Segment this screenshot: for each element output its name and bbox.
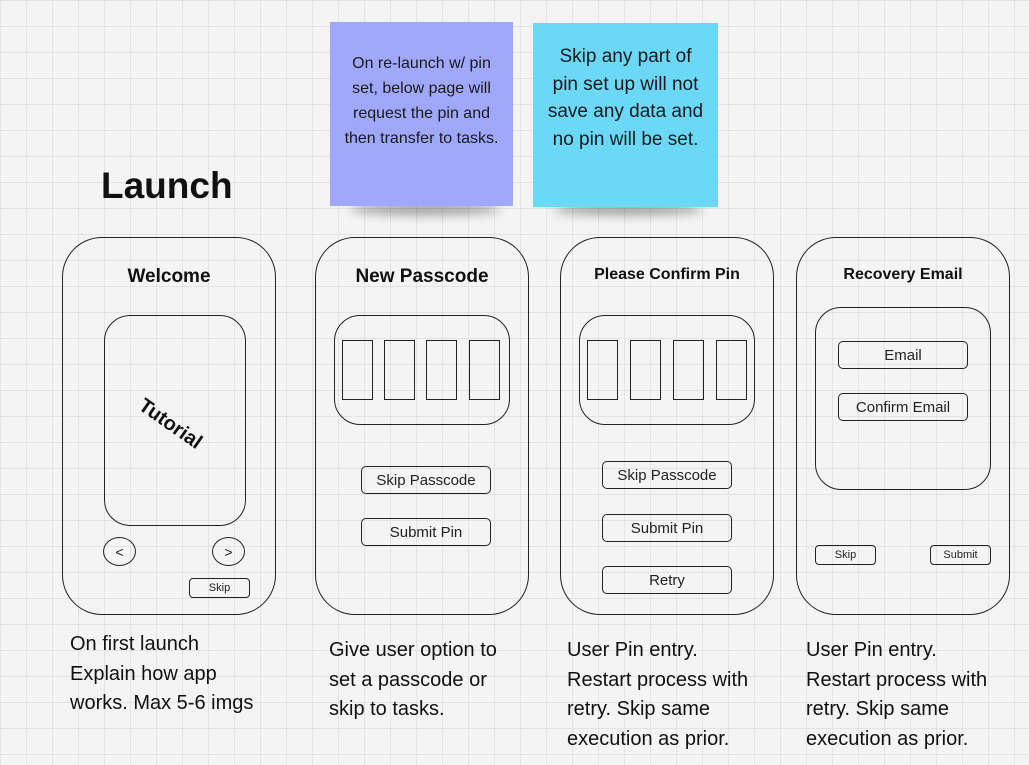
pin-digit-field[interactable] <box>469 340 500 400</box>
confirm-pin-screen-frame <box>560 237 774 615</box>
page-title: Launch <box>101 165 233 206</box>
new-passcode-title: New Passcode <box>355 266 489 287</box>
skip-button[interactable]: Skip <box>189 578 250 598</box>
retry-button[interactable]: Retry <box>602 566 732 594</box>
pin-digit-field[interactable] <box>587 340 618 400</box>
prev-button[interactable]: < <box>103 537 136 566</box>
next-button[interactable]: > <box>212 537 245 566</box>
sticky-note-text: Skip any part of pin set up will not sav… <box>547 46 704 150</box>
skip-passcode-button[interactable]: Skip Passcode <box>602 461 732 489</box>
pin-digit-field[interactable] <box>342 340 373 400</box>
pin-digit-field[interactable] <box>630 340 661 400</box>
sticky-note-skip[interactable]: Skip any part of pin set up will not sav… <box>533 23 718 207</box>
submit-pin-button[interactable]: Submit Pin <box>361 518 491 546</box>
pin-digit-field[interactable] <box>673 340 704 400</box>
sticky-note-text: On re-launch w/ pin set, below page will… <box>344 55 499 147</box>
welcome-title: Welcome <box>127 266 211 287</box>
submit-pin-button[interactable]: Submit Pin <box>602 514 732 542</box>
pin-digit-field[interactable] <box>426 340 457 400</box>
confirm-pin-description: User Pin entry. Restart process with ret… <box>567 639 749 750</box>
sticky-note-relaunch[interactable]: On re-launch w/ pin set, below page will… <box>330 22 513 206</box>
email-field[interactable]: Email <box>838 341 968 369</box>
skip-passcode-button[interactable]: Skip Passcode <box>361 466 491 494</box>
recovery-email-title: Recovery Email <box>843 266 963 283</box>
skip-button[interactable]: Skip <box>815 545 876 565</box>
welcome-description: On first launch Explain how app works. M… <box>70 633 254 714</box>
recovery-email-description: User Pin entry. Restart process with ret… <box>806 639 988 750</box>
confirm-email-field[interactable]: Confirm Email <box>838 393 968 421</box>
pin-digit-field[interactable] <box>716 340 747 400</box>
submit-button[interactable]: Submit <box>930 545 991 565</box>
new-passcode-description: Give user option to set a passcode or sk… <box>329 639 497 720</box>
confirm-pin-title: Please Confirm Pin <box>594 266 740 283</box>
pin-digit-field[interactable] <box>384 340 415 400</box>
new-passcode-screen-frame <box>315 237 529 615</box>
